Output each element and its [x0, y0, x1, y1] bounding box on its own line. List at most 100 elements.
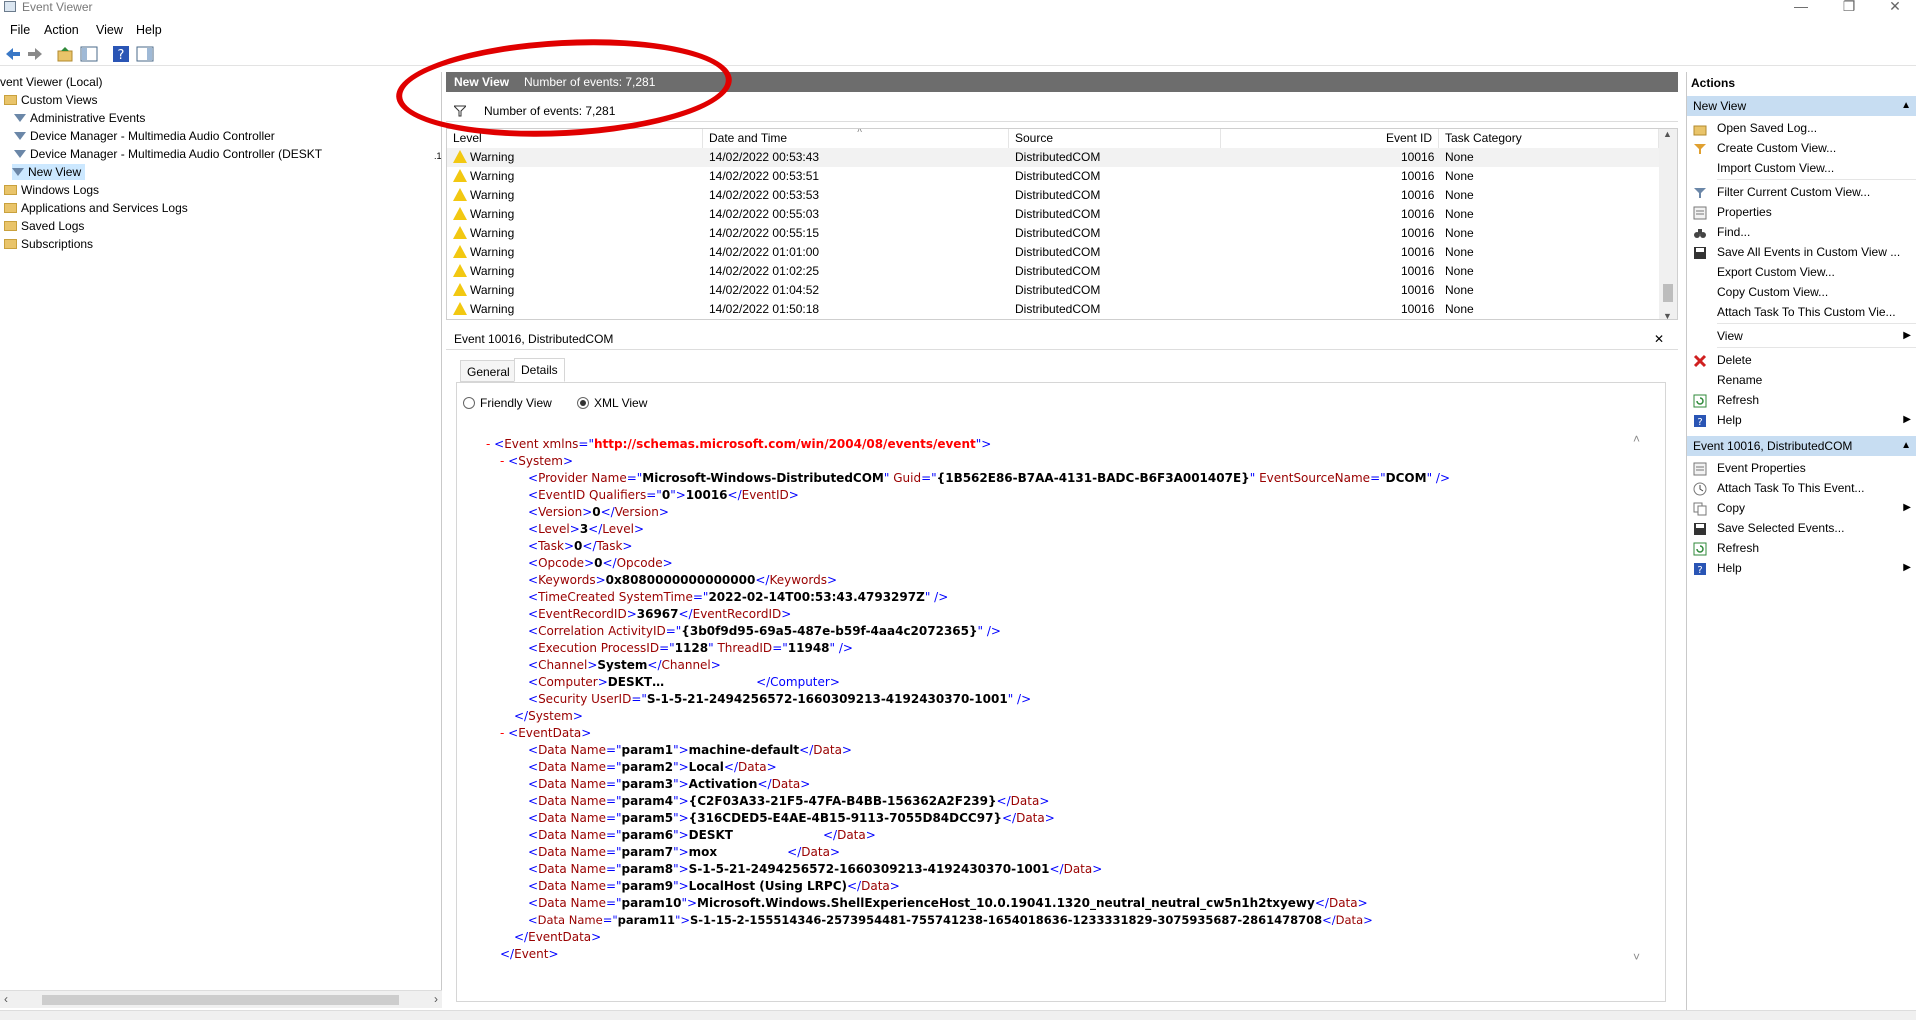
action-help-event[interactable]: ? Help ▶ — [1687, 558, 1916, 578]
table-row[interactable]: Warning 14/02/2022 00:53:43 DistributedC… — [447, 148, 1659, 167]
xml-scroll-up-icon[interactable]: ˄ — [1633, 432, 1640, 446]
collapse-toggle[interactable]: - — [486, 437, 494, 451]
close-detail-icon[interactable]: ✕ — [1654, 328, 1664, 350]
collapse-toggle[interactable]: - — [500, 726, 508, 740]
action-copy-custom-view[interactable]: Copy Custom View... — [1687, 282, 1916, 302]
restore-button[interactable]: ❐ — [1834, 0, 1864, 15]
scroll-right-arrow-icon[interactable]: › — [434, 992, 438, 1006]
table-row[interactable]: Warning 14/02/2022 00:53:51 DistributedC… — [447, 167, 1659, 186]
xml-view-radio[interactable]: XML View — [577, 395, 647, 411]
action-label: View — [1717, 329, 1743, 343]
action-properties[interactable]: Properties — [1687, 202, 1916, 222]
table-row[interactable]: Warning 14/02/2022 00:53:53 DistributedC… — [447, 186, 1659, 205]
action-import-custom-view[interactable]: Import Custom View... — [1687, 158, 1916, 178]
action-find[interactable]: Find... — [1687, 222, 1916, 242]
column-header-task-category[interactable]: Task Category — [1439, 129, 1659, 148]
action-event-properties[interactable]: Event Properties — [1687, 458, 1916, 478]
table-row[interactable]: Warning 14/02/2022 00:55:15 DistributedC… — [447, 224, 1659, 243]
action-attach-task-event[interactable]: Attach Task To This Event... — [1687, 478, 1916, 498]
radio-circle-icon — [463, 397, 475, 409]
source-cell: DistributedCOM — [1015, 150, 1101, 164]
tab-details[interactable]: Details — [514, 358, 565, 382]
event-viewer-icon — [4, 1, 16, 12]
collapse-toggle[interactable]: - — [500, 454, 508, 468]
xml-tag: Data — [538, 777, 567, 791]
menu-view[interactable]: View — [96, 20, 123, 40]
tab-general[interactable]: General — [460, 360, 517, 382]
xml-view[interactable]: - <Event xmlns="http://schemas.microsoft… — [476, 422, 1656, 982]
close-button[interactable]: ✕ — [1880, 0, 1910, 15]
menu-action[interactable]: Action — [44, 20, 79, 40]
scroll-down-arrow-icon[interactable]: ▼ — [1663, 311, 1672, 319]
xml-data-line: <Data Name="param8">S-1-5-21-2494256572-… — [528, 862, 1103, 876]
actions-section-new-view[interactable]: New View ▲ — [1687, 96, 1916, 116]
action-save-all-events[interactable]: Save All Events in Custom View ... — [1687, 242, 1916, 262]
section-label: Event 10016, DistributedCOM — [1693, 439, 1853, 453]
action-refresh-event[interactable]: Refresh — [1687, 538, 1916, 558]
show-hide-tree-icon[interactable] — [80, 45, 98, 63]
column-header-source[interactable]: Source — [1009, 129, 1221, 148]
forward-arrow-icon[interactable] — [26, 45, 44, 63]
menu-file[interactable]: File — [10, 20, 30, 40]
xml-tag: Data — [861, 879, 890, 893]
scrollbar-thumb[interactable] — [1663, 284, 1673, 302]
tree-item-device-manager-audio[interactable]: Device Manager - Multimedia Audio Contro… — [14, 128, 275, 144]
level-text: Warning — [470, 245, 515, 259]
column-header-date-time[interactable]: Date and Time — [703, 129, 1009, 148]
show-hide-actions-icon[interactable] — [136, 45, 154, 63]
tree-item-windows-logs[interactable]: Windows Logs — [4, 182, 99, 198]
collapse-caret-icon[interactable]: ▲ — [1901, 96, 1911, 116]
table-row[interactable]: Warning 14/02/2022 01:01:00 DistributedC… — [447, 243, 1659, 262]
radio-label: Friendly View — [480, 396, 552, 410]
scroll-left-arrow-icon[interactable]: ‹ — [4, 992, 8, 1006]
action-label: Copy — [1717, 501, 1746, 515]
menu-help[interactable]: Help — [136, 20, 162, 40]
action-help[interactable]: ? Help ▶ — [1687, 410, 1916, 430]
action-rename[interactable]: Rename — [1687, 370, 1916, 390]
tree-item-administrative-events[interactable]: Administrative Events — [14, 110, 145, 126]
up-folder-icon[interactable] — [56, 45, 74, 63]
back-arrow-icon[interactable] — [4, 45, 22, 63]
action-save-selected-events[interactable]: Save Selected Events... — [1687, 518, 1916, 538]
collapse-caret-icon[interactable]: ▲ — [1901, 436, 1911, 456]
help-icon[interactable]: ? — [112, 45, 130, 63]
action-delete[interactable]: Delete — [1687, 350, 1916, 370]
xml-value: param5 — [621, 811, 674, 825]
tree-item-custom-views[interactable]: Custom Views — [4, 92, 97, 108]
minimize-button[interactable]: — — [1786, 0, 1816, 14]
grid-vertical-scrollbar[interactable]: ▲ ▼ — [1659, 129, 1677, 319]
action-open-saved-log[interactable]: Open Saved Log... — [1687, 118, 1916, 138]
friendly-view-radio[interactable]: Friendly View — [463, 395, 552, 411]
level-cell: Warning — [453, 224, 514, 243]
column-header-event-id[interactable]: Event ID — [1221, 129, 1439, 148]
action-filter-current-custom-view[interactable]: Filter Current Custom View... — [1687, 182, 1916, 202]
actions-section-event[interactable]: Event 10016, DistributedCOM ▲ — [1687, 436, 1916, 456]
table-row[interactable]: Warning 14/02/2022 01:04:52 DistributedC… — [447, 281, 1659, 300]
action-copy[interactable]: Copy ▶ — [1687, 498, 1916, 518]
tree-horizontal-scrollbar[interactable]: ‹ › — [0, 990, 442, 1008]
action-create-custom-view[interactable]: Create Custom View... — [1687, 138, 1916, 158]
action-refresh[interactable]: Refresh — [1687, 390, 1916, 410]
tree-item-device-manager-audio-deskt[interactable]: Device Manager - Multimedia Audio Contro… — [14, 146, 322, 162]
xml-scroll-down-icon[interactable]: ˅ — [1633, 950, 1640, 964]
tree-item-applications-services-logs[interactable]: Applications and Services Logs — [4, 200, 188, 216]
action-view[interactable]: View ▶ — [1687, 326, 1916, 346]
action-export-custom-view[interactable]: Export Custom View... — [1687, 262, 1916, 282]
task-icon — [1693, 482, 1707, 496]
xml-attr: Name — [570, 879, 606, 893]
xml-value: mox — [688, 845, 718, 859]
table-row[interactable]: Warning 14/02/2022 01:02:25 DistributedC… — [447, 262, 1659, 281]
xml-value: param9 — [621, 879, 674, 893]
table-row[interactable]: Warning 14/02/2022 00:55:03 DistributedC… — [447, 205, 1659, 224]
scrollbar-thumb[interactable] — [42, 995, 399, 1005]
tree-item-event-viewer-local[interactable]: vent Viewer (Local) — [0, 74, 103, 90]
tree-item-new-view[interactable]: New View — [12, 164, 86, 180]
scroll-up-arrow-icon[interactable]: ▲ — [1663, 129, 1672, 139]
event-id-cell: 10016 — [1401, 207, 1435, 221]
tree-item-label: Administrative Events — [30, 111, 146, 125]
tree-item-saved-logs[interactable]: Saved Logs — [4, 218, 84, 234]
table-row[interactable]: Warning 14/02/2022 01:50:18 DistributedC… — [447, 300, 1659, 319]
xml-data-line: <Data Name="param6">DESKT </Data> — [528, 828, 876, 842]
tree-item-subscriptions[interactable]: Subscriptions — [4, 236, 93, 252]
action-attach-task-custom-view[interactable]: Attach Task To This Custom Vie... — [1687, 302, 1916, 322]
